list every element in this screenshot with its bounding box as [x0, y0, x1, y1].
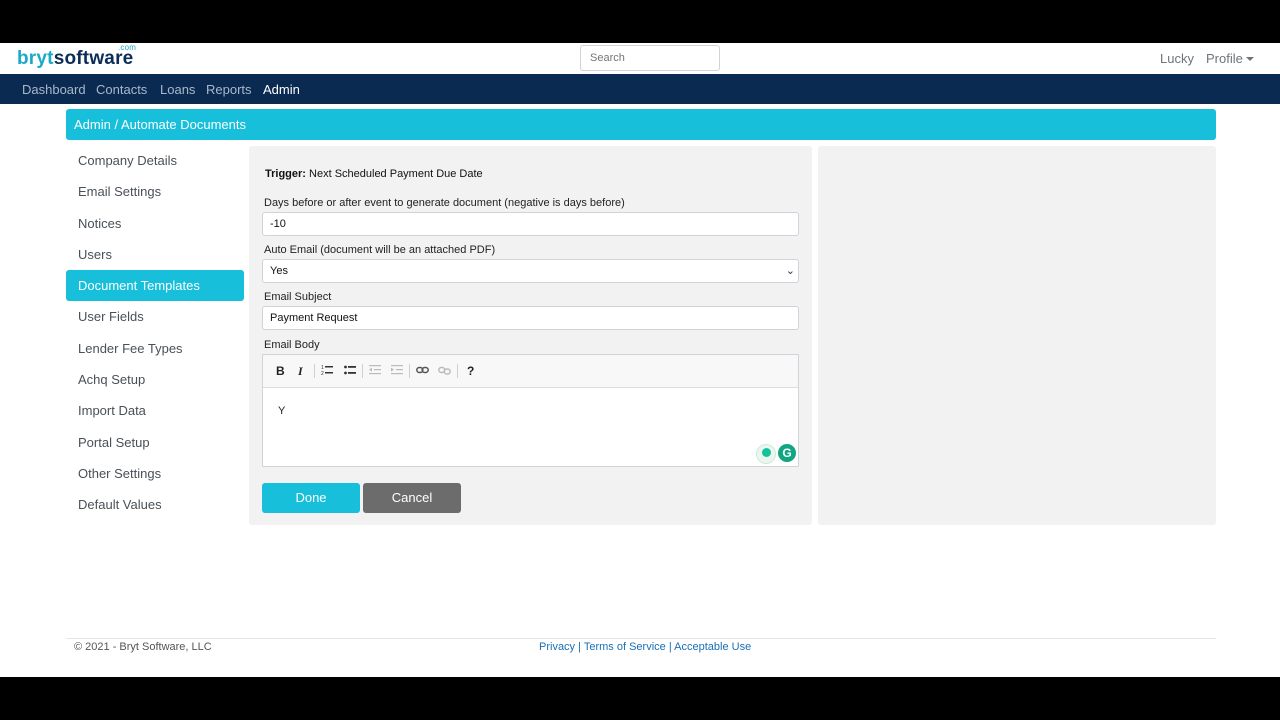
email-body-editor[interactable]: B I 12 ? Y G [262, 354, 799, 467]
sidebar-item-portal-setup[interactable]: Portal Setup [66, 427, 244, 458]
footer-separator: | [575, 641, 584, 653]
days-label: Days before or after event to generate d… [264, 197, 625, 209]
outdent-icon[interactable] [369, 364, 381, 379]
toolbar-divider [457, 364, 458, 378]
trigger-label: Trigger: [265, 168, 306, 180]
subject-label: Email Subject [264, 291, 332, 303]
auto-email-select[interactable]: Yes ⌄ [262, 259, 799, 283]
link-icon[interactable] [416, 364, 429, 379]
chevron-down-icon: ⌄ [785, 265, 795, 277]
trigger-value: Next Scheduled Payment Due Date [309, 168, 483, 180]
help-icon[interactable]: ? [467, 364, 474, 378]
sidebar-item-document-templates[interactable]: Document Templates [66, 270, 244, 302]
nav-reports[interactable]: Reports [206, 82, 252, 97]
done-button[interactable]: Done [262, 483, 360, 513]
lightbulb-icon[interactable] [756, 444, 776, 464]
auto-email-value: Yes [270, 265, 288, 277]
copyright: © 2021 - Bryt Software, LLC [74, 641, 212, 653]
sidebar-item-company-details[interactable]: Company Details [66, 145, 244, 176]
footer-separator: | [665, 641, 675, 653]
caret-down-icon [1245, 57, 1254, 61]
sidebar-item-user-fields[interactable]: User Fields [66, 301, 244, 332]
nav-admin[interactable]: Admin [263, 82, 300, 97]
days-field[interactable]: -10 [262, 212, 799, 236]
sidebar-item-default-values[interactable]: Default Values [66, 489, 244, 520]
subject-field[interactable]: Payment Request [262, 306, 799, 330]
main-nav: Dashboard Contacts Loans Reports Admin [0, 74, 1280, 104]
indent-icon[interactable] [391, 364, 403, 379]
editor-toolbar: B I 12 ? [263, 355, 798, 388]
nav-dashboard[interactable]: Dashboard [22, 82, 86, 97]
app-screen: brytsoftware .com Lucky Profile Dashboar… [0, 43, 1280, 677]
privacy-link[interactable]: Privacy [539, 641, 575, 653]
email-body-content[interactable]: Y [278, 405, 285, 417]
toolbar-divider [409, 364, 410, 378]
terms-link[interactable]: Terms of Service [584, 641, 666, 653]
sidebar-item-lender-fee-types[interactable]: Lender Fee Types [66, 333, 244, 364]
svg-text:2: 2 [321, 371, 324, 376]
side-panel [818, 146, 1216, 525]
sidebar-item-other-settings[interactable]: Other Settings [66, 458, 244, 489]
footer-divider [66, 638, 1216, 639]
grammarly-icon[interactable]: G [778, 444, 796, 462]
breadcrumb: Admin / Automate Documents [66, 109, 1216, 140]
auto-email-label: Auto Email (document will be an attached… [264, 244, 496, 256]
toolbar-divider [314, 364, 315, 378]
sidebar-item-import-data[interactable]: Import Data [66, 395, 244, 426]
sidebar-item-email-settings[interactable]: Email Settings [66, 176, 244, 207]
logo[interactable]: brytsoftware .com [17, 43, 136, 70]
search-input[interactable] [580, 45, 720, 71]
profile-menu[interactable]: Profile [1206, 51, 1254, 66]
sidebar-item-notices[interactable]: Notices [66, 208, 244, 239]
toolbar-divider [362, 364, 363, 378]
sidebar-item-achq-setup[interactable]: Achq Setup [66, 364, 244, 395]
trigger-line: Trigger: Next Scheduled Payment Due Date [265, 168, 483, 180]
top-bar: brytsoftware .com Lucky Profile [0, 43, 1280, 74]
profile-label: Profile [1206, 51, 1243, 66]
automate-document-form: Trigger: Next Scheduled Payment Due Date… [249, 146, 812, 525]
ordered-list-icon[interactable]: 12 [321, 364, 333, 379]
footer-links: Privacy | Terms of Service | Acceptable … [539, 641, 751, 653]
nav-contacts[interactable]: Contacts [96, 82, 147, 97]
acceptable-use-link[interactable]: Acceptable Use [674, 641, 751, 653]
sidebar-item-users[interactable]: Users [66, 239, 244, 270]
italic-icon[interactable]: I [298, 364, 303, 379]
user-name[interactable]: Lucky [1160, 51, 1194, 66]
nav-loans[interactable]: Loans [160, 82, 195, 97]
admin-sidebar: Company Details Email Settings Notices U… [66, 145, 244, 521]
cancel-button[interactable]: Cancel [363, 483, 461, 513]
unordered-list-icon[interactable] [344, 364, 356, 379]
body-label: Email Body [264, 339, 320, 351]
unlink-icon[interactable] [438, 364, 451, 379]
bold-icon[interactable]: B [276, 364, 285, 378]
